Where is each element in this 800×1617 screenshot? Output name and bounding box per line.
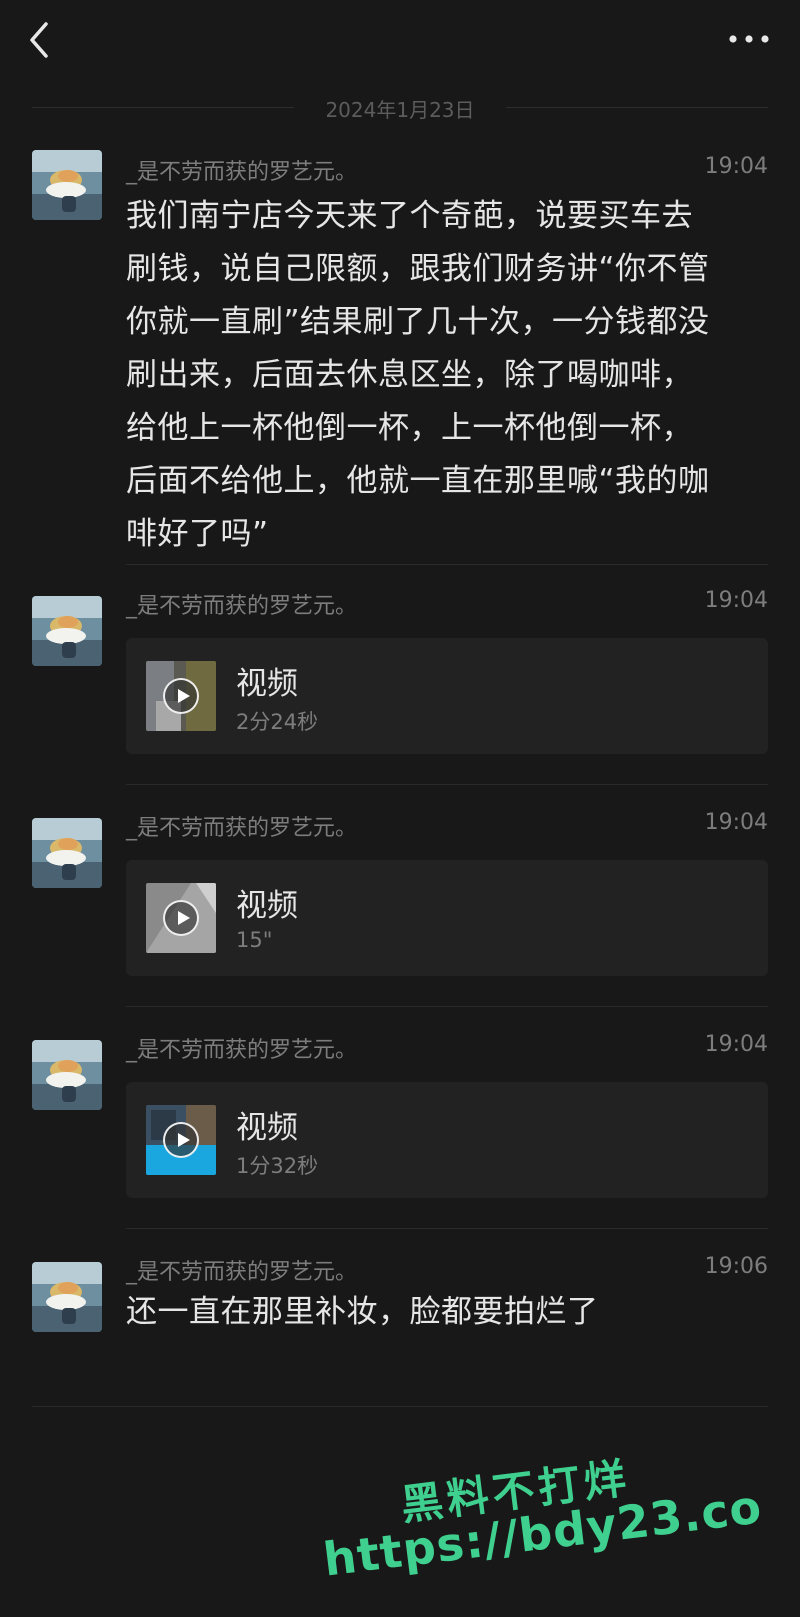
back-button[interactable] bbox=[22, 18, 62, 62]
message-divider bbox=[126, 1006, 768, 1007]
message-time: 19:04 bbox=[704, 1032, 768, 1057]
message-line: 给他上一杯他倒一杯，上一杯他倒一杯， bbox=[126, 410, 693, 446]
sender-name: _是不劳而获的罗艺元。 bbox=[126, 1038, 358, 1063]
message-line: 啡好了吗” bbox=[126, 516, 269, 552]
video-duration: 2分24秒 bbox=[236, 710, 319, 734]
message-divider bbox=[126, 1228, 768, 1229]
avatar-image bbox=[32, 818, 102, 888]
avatar[interactable] bbox=[32, 818, 102, 888]
message-divider bbox=[126, 784, 768, 785]
play-icon bbox=[163, 678, 199, 714]
message-text[interactable]: 还一直在那里补妆，脸都要拍烂了 bbox=[126, 1286, 766, 1339]
date-label: 2024年1月23日 bbox=[325, 98, 475, 122]
video-card[interactable]: 视频 2分24秒 bbox=[126, 638, 768, 754]
video-card[interactable]: 视频 1分32秒 bbox=[126, 1082, 768, 1198]
video-duration: 15" bbox=[236, 928, 273, 952]
avatar-image bbox=[32, 1040, 102, 1110]
more-button[interactable] bbox=[726, 26, 772, 52]
top-bar bbox=[0, 0, 800, 80]
avatar[interactable] bbox=[32, 596, 102, 666]
sender-name: _是不劳而获的罗艺元。 bbox=[126, 594, 358, 619]
sender-name: _是不劳而获的罗艺元。 bbox=[126, 160, 358, 185]
message-line: 后面不给他上，他就一直在那里喊“我的咖 bbox=[126, 463, 710, 499]
message-text[interactable]: 我们南宁店今天来了个奇葩，说要买车去 刷钱，说自己限额，跟我们财务讲“你不管 你… bbox=[126, 190, 766, 561]
sender-name: _是不劳而获的罗艺元。 bbox=[126, 816, 358, 841]
play-icon bbox=[163, 1122, 199, 1158]
date-divider: 2024年1月23日 bbox=[32, 92, 768, 124]
message-line: 刷出来，后面去休息区坐，除了喝咖啡， bbox=[126, 357, 693, 393]
message-time: 19:04 bbox=[704, 588, 768, 613]
message-time: 19:04 bbox=[704, 810, 768, 835]
message-line: 刷钱，说自己限额，跟我们财务讲“你不管 bbox=[126, 251, 710, 287]
message-divider bbox=[126, 564, 768, 565]
video-thumbnail bbox=[146, 883, 216, 953]
message-line: 还一直在那里补妆，脸都要拍烂了 bbox=[126, 1294, 599, 1330]
video-title: 视频 bbox=[236, 666, 298, 702]
chevron-left-icon bbox=[30, 22, 48, 58]
avatar-image bbox=[32, 150, 102, 220]
chat-history-page: 2024年1月23日 _是不劳而获的罗艺元。 19:04 我们南宁店今天来了个奇… bbox=[0, 0, 800, 1617]
sender-name: _是不劳而获的罗艺元。 bbox=[126, 1260, 358, 1285]
video-title: 视频 bbox=[236, 888, 298, 924]
message-line: 你就一直刷”结果刷了几十次，一分钱都没 bbox=[126, 304, 710, 340]
avatar-image bbox=[32, 1262, 102, 1332]
video-duration: 1分32秒 bbox=[236, 1154, 319, 1178]
avatar[interactable] bbox=[32, 1040, 102, 1110]
video-thumbnail bbox=[146, 1105, 216, 1175]
video-title: 视频 bbox=[236, 1110, 298, 1146]
video-card[interactable]: 视频 15" bbox=[126, 860, 768, 976]
message-time: 19:04 bbox=[704, 154, 768, 179]
video-thumbnail bbox=[146, 661, 216, 731]
avatar-image bbox=[32, 596, 102, 666]
message-line: 我们南宁店今天来了个奇葩，说要买车去 bbox=[126, 198, 693, 234]
avatar[interactable] bbox=[32, 150, 102, 220]
avatar[interactable] bbox=[32, 1262, 102, 1332]
message-time: 19:06 bbox=[704, 1254, 768, 1279]
divider-line bbox=[506, 107, 768, 108]
more-dots-icon bbox=[729, 35, 769, 43]
play-icon bbox=[163, 900, 199, 936]
message-divider bbox=[32, 1406, 768, 1407]
